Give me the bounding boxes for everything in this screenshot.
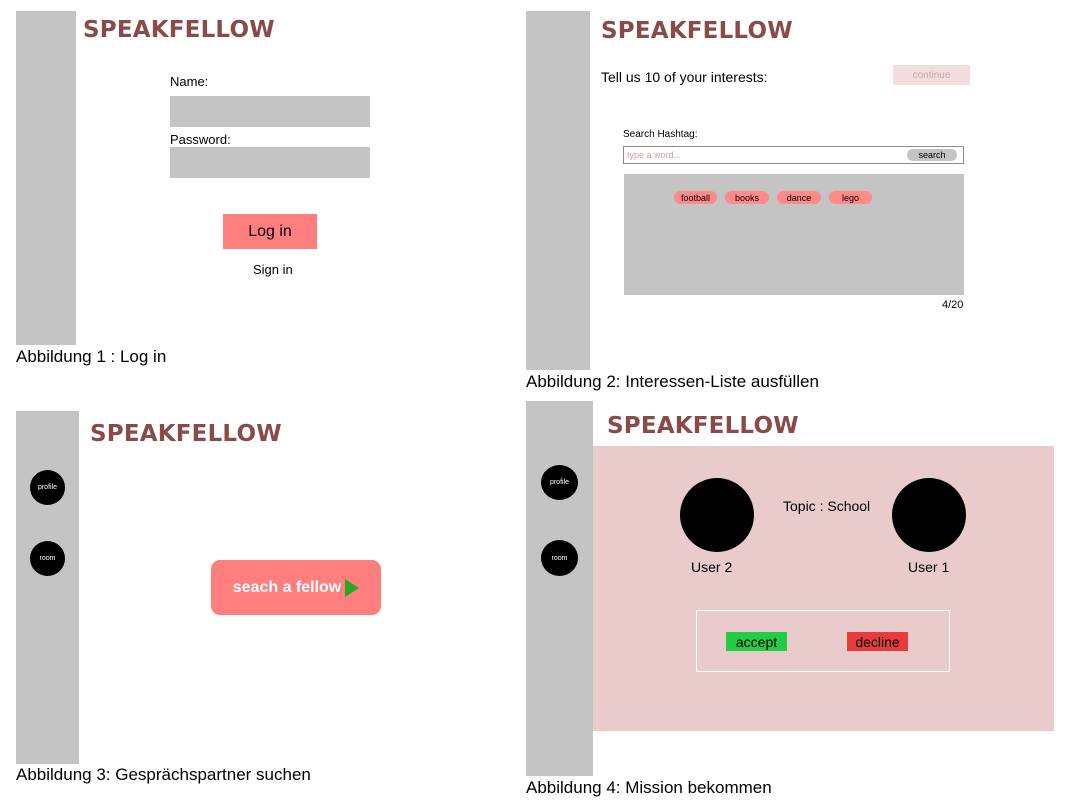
- continue-button-label: continue: [912, 69, 951, 81]
- search-input[interactable]: type a word...: [627, 150, 681, 160]
- continue-button[interactable]: continue: [893, 65, 970, 85]
- app-title: SPEAKFELLOW: [90, 421, 282, 447]
- user2-label: User 2: [691, 559, 733, 575]
- tag-dance[interactable]: dance: [777, 191, 821, 204]
- search-button[interactable]: search: [907, 149, 957, 161]
- login-button-label: Log in: [248, 222, 292, 240]
- tag-label: lego: [841, 192, 859, 203]
- user2-avatar[interactable]: [680, 478, 754, 552]
- interest-counter: 4/20: [942, 299, 964, 311]
- signin-link[interactable]: Sign in: [253, 262, 293, 277]
- app-title: SPEAKFELLOW: [601, 18, 793, 44]
- room-button[interactable]: room: [541, 540, 578, 576]
- play-icon: [345, 578, 360, 597]
- search-fellow-button[interactable]: seach a fellow: [211, 560, 381, 615]
- tag-label: football: [680, 192, 711, 203]
- tag-label: books: [734, 192, 760, 203]
- tag-label: dance: [786, 192, 812, 203]
- accept-button-label: accept: [735, 633, 778, 650]
- caption-4: Abbildung 4: Mission bekommen: [526, 778, 772, 797]
- mission-panel: User 2 Topic : School User 1 accept decl…: [593, 446, 1054, 731]
- user1-label: User 1: [908, 559, 950, 575]
- user1-avatar[interactable]: [892, 478, 966, 552]
- room-button-label: room: [551, 554, 568, 562]
- caption-3: Abbildung 3: Gesprächspartner suchen: [16, 765, 311, 784]
- tag-books[interactable]: books: [725, 191, 769, 204]
- tag-lego[interactable]: lego: [829, 191, 872, 204]
- name-field[interactable]: [170, 96, 370, 127]
- search-button-label: search: [918, 150, 946, 160]
- sidebar: [16, 411, 79, 764]
- app-title: SPEAKFELLOW: [83, 17, 275, 43]
- room-button-label: room: [39, 555, 56, 562]
- accept-button[interactable]: accept: [726, 632, 787, 651]
- name-label: Name:: [170, 74, 209, 89]
- caption-2: Abbildung 2: Interessen-Liste ausfüllen: [526, 372, 819, 391]
- sidebar: [16, 11, 76, 345]
- login-button[interactable]: Log in: [223, 214, 317, 249]
- sidebar: [526, 11, 590, 370]
- profile-button-label: profile: [37, 484, 58, 491]
- profile-button[interactable]: profile: [541, 465, 578, 500]
- profile-button-label: profile: [549, 479, 570, 486]
- room-button[interactable]: room: [30, 541, 65, 576]
- decision-box: accept decline: [696, 610, 950, 672]
- sidebar: [526, 401, 593, 776]
- caption-1: Abbildung 1 : Log in: [16, 347, 167, 366]
- decline-button[interactable]: decline: [847, 632, 908, 651]
- decline-button-label: decline: [855, 633, 900, 650]
- interests-prompt: Tell us 10 of your interests:: [601, 69, 768, 85]
- password-label: Password:: [170, 132, 231, 147]
- topic-label: Topic : School: [783, 498, 871, 514]
- tag-football[interactable]: football: [674, 191, 717, 204]
- search-bar: type a word... search: [623, 146, 964, 164]
- search-hashtag-label: Search Hashtag:: [623, 129, 698, 140]
- password-field[interactable]: [170, 147, 370, 178]
- app-title: SPEAKFELLOW: [607, 413, 799, 439]
- search-fellow-label: seach a fellow: [232, 578, 342, 596]
- profile-button[interactable]: profile: [30, 470, 65, 505]
